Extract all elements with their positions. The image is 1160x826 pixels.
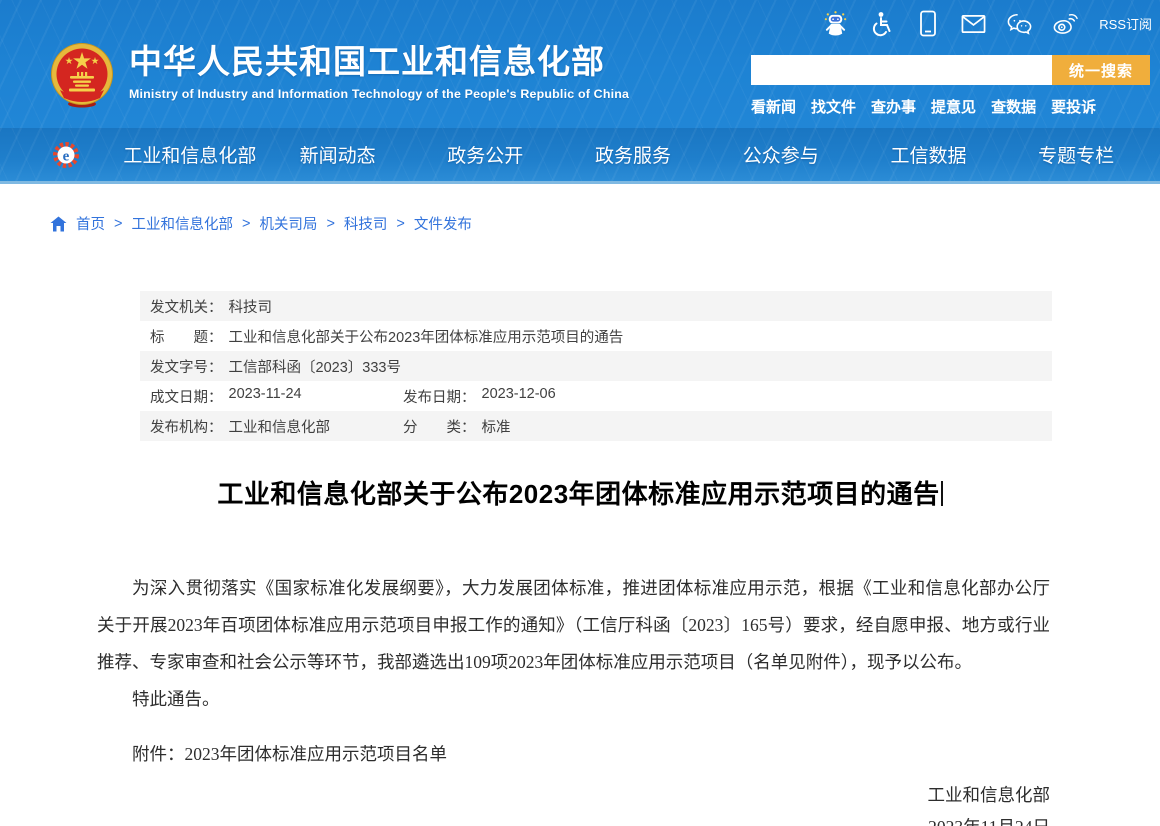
unified-search-button[interactable]: 统一搜索 [1052,55,1150,85]
rss-subscribe-link[interactable]: RSS订阅 [1099,14,1152,33]
quick-link[interactable]: 提意见 [931,96,976,117]
breadcrumb-item[interactable]: 机关司局 [259,213,317,234]
quick-links: 看新闻 找文件 查办事 提意见 查数据 要投诉 [751,96,1150,117]
body-paragraph: 为深入贯彻落实《国家标准化发展纲要》，大力发展团体标准，推进团体标准应用示范，根… [97,578,1050,672]
meta-cell: 成文日期： 2023-11-24 [150,386,403,407]
signoff-date: 2023年11月24日 [97,811,1050,826]
svg-text:e: e [63,148,70,164]
document-body: 为深入贯彻落实《国家标准化发展纲要》，大力发展团体标准，推进团体标准应用示范，根… [97,570,1050,826]
meta-label: 分 类： [403,419,476,436]
meta-label: 发布日期： [403,389,476,406]
meta-value: 工业和信息化部 [228,419,331,436]
mobile-icon[interactable] [915,10,940,37]
meta-label: 发文机关： [150,299,223,316]
meta-label: 标 题： [150,329,223,346]
breadcrumb-separator: > [114,215,123,232]
breadcrumb-separator: > [241,215,251,232]
meta-cell: 分 类： 标准 [403,416,511,437]
topbar-icon-row: RSS订阅 [823,10,1152,37]
text-caret [940,481,943,506]
breadcrumb-item[interactable]: 首页 [76,213,105,234]
meta-value: 标准 [481,419,511,436]
nav-item[interactable]: 新闻动态 [264,141,412,168]
quick-link[interactable]: 查办事 [871,96,916,117]
meta-value: 工信部科函〔2023〕333号 [228,359,401,376]
meta-value: 科技司 [228,299,273,316]
search-area: 统一搜索 看新闻 找文件 查办事 提意见 查数据 要投诉 [751,55,1150,117]
breadcrumb-separator: > [326,215,335,232]
miit-e-logo-icon: e [52,141,80,169]
meta-cell: 发文字号： 工信部科函〔2023〕333号 [150,356,401,377]
breadcrumb: 首页 > 工业和信息化部 > 机关司局 > 科技司 > 文件发布 [50,213,1160,234]
meta-row: 发布机构： 工业和信息化部 分 类： 标准 [140,411,1052,441]
meta-row: 发文机关： 科技司 [140,291,1052,321]
nav-item[interactable]: 政务服务 [559,141,707,168]
meta-cell: 发文机关： 科技司 [150,296,272,317]
nav-item[interactable]: 工业和信息化部 [116,141,264,168]
meta-label: 成文日期： [150,389,223,406]
robot-mascot-icon[interactable] [823,10,848,37]
body-paragraph: 特此通告。 [132,689,220,709]
meta-label: 发布机构： [150,419,223,436]
quick-link[interactable]: 找文件 [811,96,856,117]
signoff-block: 工业和信息化部 2023年11月24日 [97,779,1051,826]
breadcrumb-item[interactable]: 文件发布 [414,213,472,234]
meta-value: 2023-11-24 [228,385,302,402]
quick-link[interactable]: 要投诉 [1051,96,1096,117]
nav-item[interactable]: 公众参与 [707,141,855,168]
site-title: 中华人民共和国工业和信息化部 [129,43,605,80]
document-meta-table: 发文机关： 科技司标 题： 工业和信息化部关于公布2023年团体标准应用示范项目的通… [140,291,1052,441]
site-header: RSS订阅 中华人民共和国工业和信息化部 Ministry of Industr… [0,0,1160,128]
national-emblem-icon [50,42,114,113]
meta-row: 标 题： 工业和信息化部关于公布2023年团体标准应用示范项目的通告 [140,321,1052,351]
mail-icon[interactable] [961,10,986,37]
meta-row: 成文日期： 2023-11-24 发布日期： 2023-12-06 [140,381,1052,411]
home-icon[interactable] [50,216,67,232]
meta-value: 2023-12-06 [481,385,556,402]
meta-cell: 发布机构： 工业和信息化部 [150,416,403,437]
breadcrumb-separator: > [396,215,405,232]
quick-link[interactable]: 查数据 [991,96,1036,117]
weibo-icon[interactable] [1053,10,1079,37]
site-branding: 中华人民共和国工业和信息化部 Ministry of Industry and … [50,42,629,113]
nav-item[interactable]: 专题专栏 [1002,141,1150,168]
signoff-org: 工业和信息化部 [927,785,1051,805]
meta-label: 发文字号： [150,359,223,376]
nav-item[interactable]: 政务公开 [411,141,559,168]
quick-link[interactable]: 看新闻 [751,96,796,117]
accessibility-icon[interactable] [869,10,894,37]
meta-row: 发文字号： 工信部科函〔2023〕333号 [140,351,1052,381]
document-title: 工业和信息化部关于公布2023年团体标准应用示范项目的通告 [0,474,1160,511]
main-nav: e 工业和信息化部 新闻动态 政务公开 政务服务 公众参与 工信数据 专题专栏 [0,128,1160,184]
site-subtitle: Ministry of Industry and Information Tec… [129,87,630,102]
meta-cell: 发布日期： 2023-12-06 [403,386,556,407]
meta-value: 工业和信息化部关于公布2023年团体标准应用示范项目的通告 [228,329,624,346]
search-input[interactable] [751,55,1052,85]
main-nav-items: 工业和信息化部 新闻动态 政务公开 政务服务 公众参与 工信数据 专题专栏 [80,141,1160,168]
breadcrumb-item[interactable]: 科技司 [344,213,388,234]
breadcrumb-item[interactable]: 工业和信息化部 [131,213,233,234]
meta-cell: 标 题： 工业和信息化部关于公布2023年团体标准应用示范项目的通告 [150,326,623,347]
nav-item[interactable]: 工信数据 [855,141,1003,168]
wechat-icon[interactable] [1007,10,1032,37]
attachment-line: 附件：2023年团体标准应用示范项目名单 [132,744,447,764]
